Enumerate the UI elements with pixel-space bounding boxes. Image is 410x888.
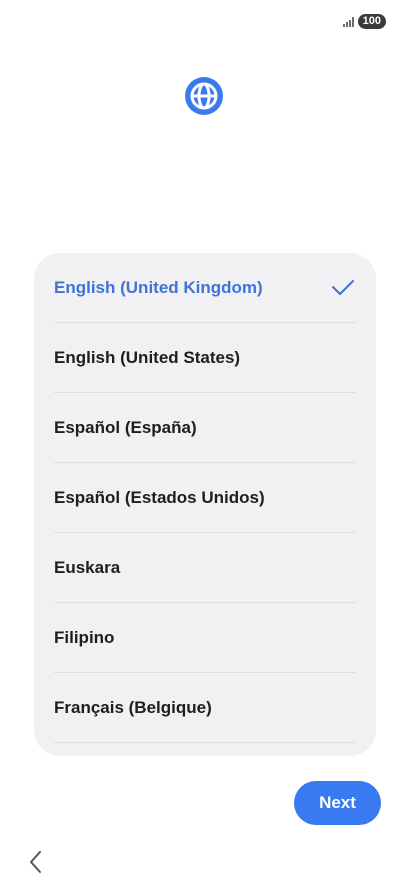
language-item-francais-belgique[interactable]: Français (Belgique)	[54, 673, 356, 743]
language-list: English (United Kingdom) English (United…	[34, 253, 376, 743]
language-item-filipino[interactable]: Filipino	[54, 603, 356, 673]
language-label: Español (Estados Unidos)	[54, 487, 265, 507]
language-label: Filipino	[54, 627, 115, 647]
check-icon	[332, 279, 354, 295]
language-label: English (United Kingdom)	[54, 277, 263, 297]
signal-icon	[342, 16, 354, 27]
language-label: Español (España)	[54, 417, 197, 437]
next-button[interactable]: Next	[294, 781, 381, 825]
language-item-espanol-espana[interactable]: Español (España)	[54, 393, 356, 463]
battery-indicator: 100	[357, 14, 386, 29]
language-setup-screen: 100 English (United Kingdom) English (Un…	[0, 0, 410, 888]
language-label: English (United States)	[54, 347, 241, 367]
language-item-english-uk[interactable]: English (United Kingdom)	[54, 253, 356, 323]
status-bar: 100	[342, 14, 386, 29]
language-item-espanol-estados-unidos[interactable]: Español (Estados Unidos)	[54, 463, 356, 533]
chevron-left-icon[interactable]	[26, 850, 46, 874]
language-list-card: English (United Kingdom) English (United…	[34, 253, 376, 756]
language-label: Français (Belgique)	[54, 697, 212, 717]
language-item-euskara[interactable]: Euskara	[54, 533, 356, 603]
language-item-english-us[interactable]: English (United States)	[54, 323, 356, 393]
globe-icon	[185, 77, 223, 115]
language-label: Euskara	[54, 557, 121, 577]
